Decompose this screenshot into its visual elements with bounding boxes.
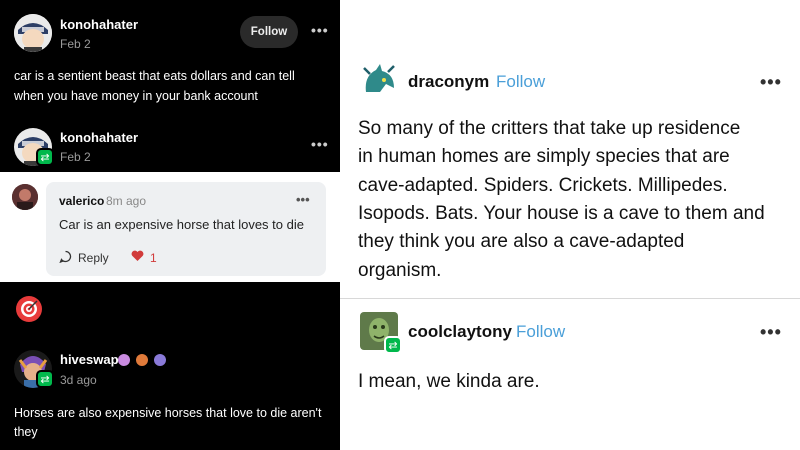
hiveswap-date: 3d ago bbox=[60, 373, 97, 387]
reblog-menu-icon[interactable]: ••• bbox=[760, 322, 782, 343]
speech-bubble-icon bbox=[59, 250, 72, 266]
follow-button[interactable]: Follow bbox=[240, 16, 298, 48]
follow-link[interactable]: Follow bbox=[496, 72, 545, 92]
reblog-text: I mean, we kinda are. bbox=[358, 371, 540, 392]
post-date: Feb 2 bbox=[60, 37, 91, 51]
heart-icon bbox=[131, 250, 144, 265]
coolclaytony-username[interactable]: coolclaytony bbox=[408, 322, 512, 342]
post-username[interactable]: konohahater bbox=[60, 17, 138, 32]
comment-time: 8m ago bbox=[106, 194, 147, 208]
badge-icon bbox=[154, 354, 166, 366]
draconym-avatar[interactable] bbox=[360, 62, 398, 100]
reblog-menu-icon[interactable]: ••• bbox=[311, 136, 329, 152]
badge-icon bbox=[118, 354, 130, 366]
comment-text: Car is an expensive horse that loves to … bbox=[59, 217, 304, 232]
comment-bubble: valerico 8m ago ••• Car is an expensive … bbox=[46, 182, 326, 276]
comment-section: valerico 8m ago ••• Car is an expensive … bbox=[0, 172, 340, 282]
follow-link[interactable]: Follow bbox=[516, 322, 565, 342]
reblog-icon: ⇄ bbox=[36, 370, 54, 388]
post-line: Isopods. Bats. Your house is a cave to t… bbox=[358, 203, 765, 224]
like-button[interactable]: 1 bbox=[131, 250, 157, 265]
reblog-body-line: they bbox=[14, 425, 38, 439]
post-line: organism. bbox=[358, 260, 442, 281]
left-panel: konohahater Feb 2 Follow ••• car is a se… bbox=[0, 0, 340, 450]
post-menu-icon[interactable]: ••• bbox=[760, 72, 782, 93]
draconym-username[interactable]: draconym bbox=[408, 72, 489, 92]
post-line: in human homes are simply species that a… bbox=[358, 146, 730, 167]
reblog-username[interactable]: konohahater bbox=[60, 130, 138, 145]
post-body-line: car is a sentient beast that eats dollar… bbox=[14, 69, 295, 83]
right-panel: draconym Follow ••• So many of the critt… bbox=[340, 0, 800, 450]
comment-menu-icon[interactable]: ••• bbox=[296, 192, 310, 207]
post-line: they think you are also a cave-adapted bbox=[358, 231, 685, 252]
divider bbox=[340, 298, 800, 299]
badge-icon bbox=[136, 354, 148, 366]
like-count: 1 bbox=[150, 250, 157, 265]
target-icon bbox=[16, 296, 42, 322]
post-line: cave-adapted. Spiders. Crickets. Millipe… bbox=[358, 175, 728, 196]
post-line: So many of the critters that take up res… bbox=[358, 118, 741, 139]
reblog-date: Feb 2 bbox=[60, 150, 91, 164]
reblog-body-line: Horses are also expensive horses that lo… bbox=[14, 406, 322, 420]
reply-label: Reply bbox=[78, 251, 109, 265]
commenter-avatar[interactable] bbox=[12, 184, 38, 210]
hiveswap-username[interactable]: hiveswap bbox=[60, 352, 119, 367]
user-avatar[interactable] bbox=[14, 14, 52, 52]
reblog-icon: ⇄ bbox=[36, 148, 54, 166]
reply-button[interactable]: Reply bbox=[59, 250, 109, 266]
post-menu-icon[interactable]: ••• bbox=[311, 22, 329, 38]
comment-username[interactable]: valerico bbox=[59, 194, 104, 208]
post-body-line: when you have money in your bank account bbox=[14, 89, 258, 103]
reblog-icon: ⇄ bbox=[384, 336, 402, 354]
